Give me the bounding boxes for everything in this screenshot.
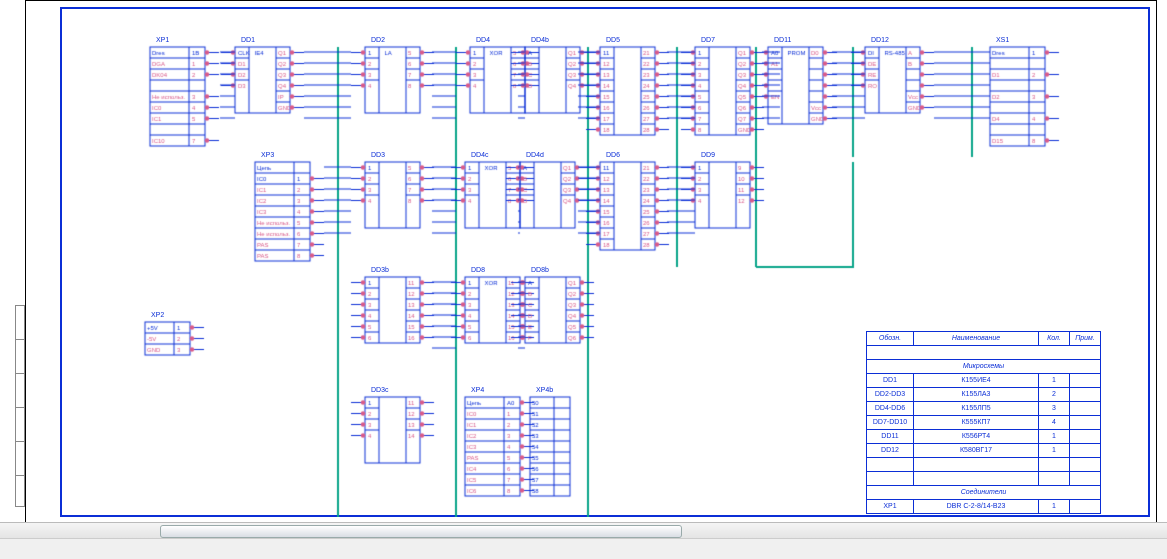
refdes-DD9: DD9	[701, 152, 715, 159]
bom-cell	[1039, 472, 1070, 486]
refdes-DD6: DD6	[606, 152, 620, 159]
bom-cell: DD12	[867, 444, 914, 458]
refdes-DD3c: DD3c	[371, 387, 389, 394]
refdes-DD3b: DD3b	[371, 267, 389, 274]
horizontal-scrollbar[interactable]	[0, 522, 1167, 539]
bom-cell: 1	[1039, 430, 1070, 444]
bom-cell: DD2-DD3	[867, 388, 914, 402]
bom-cell	[1070, 458, 1101, 472]
bom-cell	[867, 458, 914, 472]
bom-cell: DD4-DD6	[867, 402, 914, 416]
bom-cell: 3	[1039, 402, 1070, 416]
bom-cell: К155ЛА3	[914, 388, 1039, 402]
bom-cell: DD7-DD10	[867, 416, 914, 430]
refdes-DD4: DD4	[476, 37, 490, 44]
scrollbar-thumb[interactable]	[160, 525, 682, 538]
refdes-DD5: DD5	[606, 37, 620, 44]
bom-cell	[1070, 374, 1101, 388]
refdes-XP1: XP1	[156, 37, 169, 44]
bom-cell	[867, 472, 914, 486]
bom-cell: Микросхемы	[867, 360, 1101, 374]
refdes-DD2: DD2	[371, 37, 385, 44]
bom-cell: DBR С-2-8/14-В23	[914, 500, 1039, 514]
bom-cell: К580ВГ17	[914, 444, 1039, 458]
bom-h-ref: Обозн.	[867, 332, 914, 346]
bom-cell: 1	[1039, 500, 1070, 514]
bom-table: Обозн. Наименование Кол. Прим. Микросхем…	[866, 331, 1101, 514]
refdes-DD12: DD12	[871, 37, 889, 44]
bom-cell	[914, 472, 1039, 486]
bom-h-note: Прим.	[1070, 332, 1101, 346]
bom-cell	[867, 346, 1101, 360]
bom-cell: XP1	[867, 500, 914, 514]
bom-cell	[1070, 430, 1101, 444]
refdes-XP4b: XP4b	[536, 387, 553, 394]
bom-h-qty: Кол.	[1039, 332, 1070, 346]
refdes-DD8b: DD8b	[531, 267, 549, 274]
refdes-DD4d: DD4d	[526, 152, 544, 159]
bom-cell	[1070, 444, 1101, 458]
bom-cell	[914, 458, 1039, 472]
bom-cell: 4	[1039, 416, 1070, 430]
refdes-DD8: DD8	[471, 267, 485, 274]
bom-cell: 1	[1039, 374, 1070, 388]
refdes-XP4: XP4	[471, 387, 484, 394]
bom-cell: К555КП7	[914, 416, 1039, 430]
refdes-DD3: DD3	[371, 152, 385, 159]
bom-cell: К556РТ4	[914, 430, 1039, 444]
refdes-XS1: XS1	[996, 37, 1009, 44]
bom-cell: DD11	[867, 430, 914, 444]
bom-cell: К155ИЕ4	[914, 374, 1039, 388]
refdes-XP2: XP2	[151, 312, 164, 319]
refdes-XP3: XP3	[261, 152, 274, 159]
bom-cell: 1	[1039, 444, 1070, 458]
bom-cell	[1070, 402, 1101, 416]
bom-h-name: Наименование	[914, 332, 1039, 346]
refdes-DD7: DD7	[701, 37, 715, 44]
bom-cell: К155ЛП5	[914, 402, 1039, 416]
bom-cell	[1070, 388, 1101, 402]
bom-cell	[1070, 500, 1101, 514]
bom-cell: Соединители	[867, 486, 1101, 500]
bom-cell	[1070, 416, 1101, 430]
refdes-DD1: DD1	[241, 37, 255, 44]
vertical-ruler	[15, 305, 25, 507]
status-bar	[0, 538, 1167, 559]
refdes-DD11: DD11	[774, 37, 791, 44]
bom-cell: DD1	[867, 374, 914, 388]
refdes-DD4b: DD4b	[531, 37, 549, 44]
page-frame: XP1DD1DD2DD4DD4bDD5DD7DD11DD12XS1XP3DD3D…	[25, 0, 1157, 524]
bom-cell	[1039, 458, 1070, 472]
bom-cell: 2	[1039, 388, 1070, 402]
bom-cell	[1070, 472, 1101, 486]
refdes-DD4c: DD4c	[471, 152, 489, 159]
